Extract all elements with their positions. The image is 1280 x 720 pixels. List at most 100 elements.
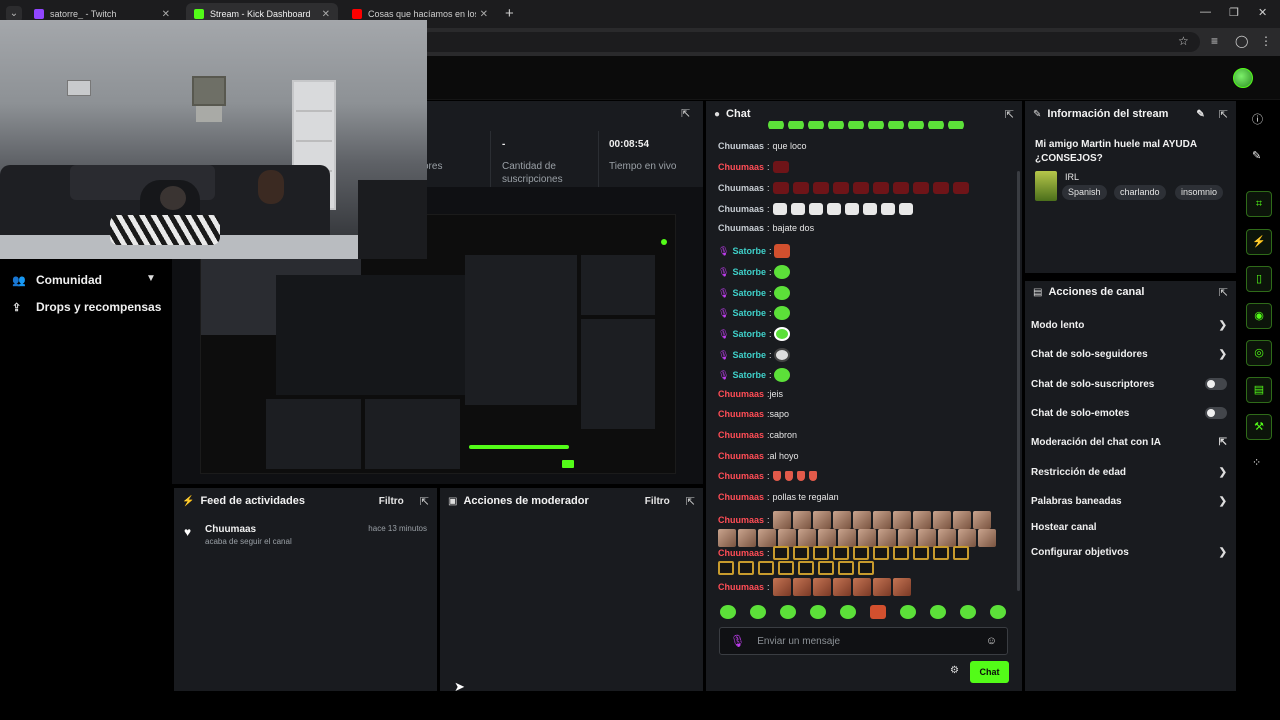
action-slow-mode[interactable]: Modo lento ❯ (1031, 320, 1227, 331)
emote-icon[interactable] (750, 605, 766, 619)
close-tab-icon[interactable]: ✕ (322, 9, 330, 20)
gear-icon[interactable]: ⚙ (950, 665, 959, 676)
emote-icon[interactable] (810, 605, 826, 619)
emoji-picker-icon[interactable]: ☺ (986, 635, 997, 647)
heart-icon: ♥ (184, 525, 192, 539)
kick-favicon-icon (194, 9, 204, 19)
action-subscribers-only[interactable]: Chat de solo-suscriptores (1031, 378, 1227, 390)
action-host-channel[interactable]: Hostear canal (1031, 522, 1227, 533)
stream-tag: charlando (1114, 185, 1166, 200)
apps-icon[interactable]: ⁘ (1252, 456, 1261, 469)
teddy-bear (258, 170, 284, 204)
feed-filter-button[interactable]: Filtro (379, 496, 404, 507)
emote-icon[interactable] (930, 605, 946, 619)
expand-icon[interactable]: ⇱ (686, 495, 695, 508)
emote-icon[interactable] (870, 605, 886, 619)
feed-title: Feed de actividades (200, 495, 305, 507)
close-window-icon[interactable]: ✕ (1258, 6, 1267, 19)
minimize-icon[interactable]: — (1200, 6, 1211, 18)
youtube-favicon-icon (352, 9, 362, 19)
chat-emote-row (718, 561, 874, 575)
activity-feed-panel: ⚡ Feed de actividades Filtro ⇱ ♥ Chuumaa… (174, 488, 437, 691)
dark-corner (358, 180, 427, 259)
mod-filter-button[interactable]: Filtro (645, 496, 670, 507)
action-set-goals[interactable]: Configurar objetivos ❯ (1031, 547, 1227, 558)
emote-icon[interactable] (840, 605, 856, 619)
action-age-restriction[interactable]: Restricción de edad ❯ (1031, 467, 1227, 478)
url-input[interactable] (420, 32, 1200, 52)
chevron-right-icon: ❯ (1218, 320, 1227, 331)
emote-icon[interactable] (780, 605, 796, 619)
quick-emote-bar (720, 605, 1006, 619)
nav-community[interactable]: 👥 Comunidad (12, 273, 102, 287)
subs-label: Cantidad de (502, 161, 556, 172)
send-chat-button[interactable]: Chat (970, 661, 1009, 683)
nav-drops[interactable]: ⇪ Drops y recompensas (12, 300, 161, 314)
subscribers-only-toggle[interactable] (1205, 378, 1227, 390)
tab-title: Stream - Kick Dashboard (210, 9, 311, 19)
stream-category: IRL (1065, 172, 1080, 182)
feed-time: hace 13 minutos (368, 524, 427, 533)
moderator-actions-panel: ▣ Acciones de moderador Filtro ⇱ (440, 488, 703, 691)
chevron-down-icon[interactable]: ▼ (146, 273, 156, 284)
info-title: Información del stream (1047, 108, 1169, 120)
edit-pencil-icon[interactable]: ✎ (1196, 109, 1204, 120)
lightning-icon[interactable]: ⚡ (1246, 229, 1272, 255)
user-avatar[interactable] (1233, 68, 1253, 88)
restore-icon[interactable]: ❐ (1229, 6, 1239, 19)
edit-icon[interactable]: ✎ (1252, 149, 1261, 162)
chat-icon[interactable]: ◉ (1246, 303, 1272, 329)
webcam-overlay (0, 20, 427, 259)
bookmark-star-icon[interactable]: ☆ (1178, 34, 1189, 48)
media-queue-icon[interactable]: ≡ (1211, 34, 1218, 48)
tools-icon[interactable]: ⚒ (1246, 414, 1272, 440)
clip-icon[interactable]: ⌗ (1246, 191, 1272, 217)
chevron-right-icon: ❯ (1218, 349, 1227, 360)
chat-log[interactable]: Chuumaas: que loco Chuumaas: Chuumaas: Ch… (718, 121, 1016, 606)
chat-message: Chuumaas: (718, 578, 911, 596)
twitch-favicon-icon (34, 9, 44, 19)
actions-title: Acciones de canal (1048, 286, 1145, 298)
feed-username[interactable]: Chuumaas (205, 524, 256, 535)
zebra-blanket (110, 215, 220, 245)
expand-icon[interactable]: ⇱ (681, 107, 690, 120)
more-menu-icon[interactable]: ⋮ (1260, 34, 1272, 48)
emotes-only-toggle[interactable] (1205, 407, 1227, 419)
stream-info-panel: ✎ Información del stream ✎ ⇱ Mi amigo Ma… (1025, 101, 1236, 273)
emote-icon[interactable] (720, 605, 736, 619)
expand-icon[interactable]: ⇱ (420, 495, 429, 508)
chat-message: Chuumaas: jeis (718, 389, 784, 399)
subs-label: suscripciones (502, 174, 563, 185)
action-ai-moderation[interactable]: Moderación del chat con IA ⇱ (1031, 437, 1227, 448)
expand-icon[interactable]: ⇱ (1219, 286, 1228, 299)
clipboard-icon: ▣ (448, 495, 458, 507)
chat-message: Chuumaas: (718, 203, 913, 215)
emote-icon[interactable] (960, 605, 976, 619)
nav-drops-label: Drops y recompensas (36, 300, 162, 314)
emote-icon[interactable] (900, 605, 916, 619)
close-tab-icon[interactable]: ✕ (162, 9, 170, 20)
new-tab-icon[interactable]: + (505, 5, 514, 22)
channel-actions-panel: ▤ Acciones de canal ⇱ Modo lento ❯ Chat d… (1025, 281, 1236, 691)
chat-bubble-icon: ● (714, 108, 721, 120)
chat-scrollbar[interactable] (1017, 171, 1020, 591)
layout-icon[interactable]: ▤ (1246, 377, 1272, 403)
broadcast-icon[interactable]: ◎ (1246, 340, 1272, 366)
chat-input[interactable]: 🎙 Enviar un mensaje ☺ (719, 627, 1008, 655)
action-followers-only[interactable]: Chat de solo-seguidores ❯ (1031, 349, 1227, 360)
document-icon[interactable]: ▯ (1246, 266, 1272, 292)
action-emotes-only[interactable]: Chat de solo-emotes (1031, 407, 1227, 419)
community-icon: 👥 (12, 274, 26, 287)
info-icon[interactable]: ⓘ (1252, 111, 1263, 127)
close-tab-icon[interactable]: ✕ (480, 9, 488, 20)
chat-message: Chuumaas: bajate dos (718, 223, 815, 233)
chat-message: Chuumaas: sapo (718, 409, 790, 419)
emote-icon[interactable] (990, 605, 1006, 619)
live-time-value: 00:08:54 (609, 139, 650, 150)
feed-action: acaba de seguir el canal (205, 537, 292, 546)
chat-message: 🎙 Satorbe: (718, 265, 791, 279)
action-banned-words[interactable]: Palabras baneadas ❯ (1031, 496, 1227, 507)
expand-icon[interactable]: ⇱ (1005, 108, 1014, 121)
expand-icon[interactable]: ⇱ (1219, 108, 1228, 121)
profile-icon[interactable]: ◯ (1235, 34, 1248, 48)
